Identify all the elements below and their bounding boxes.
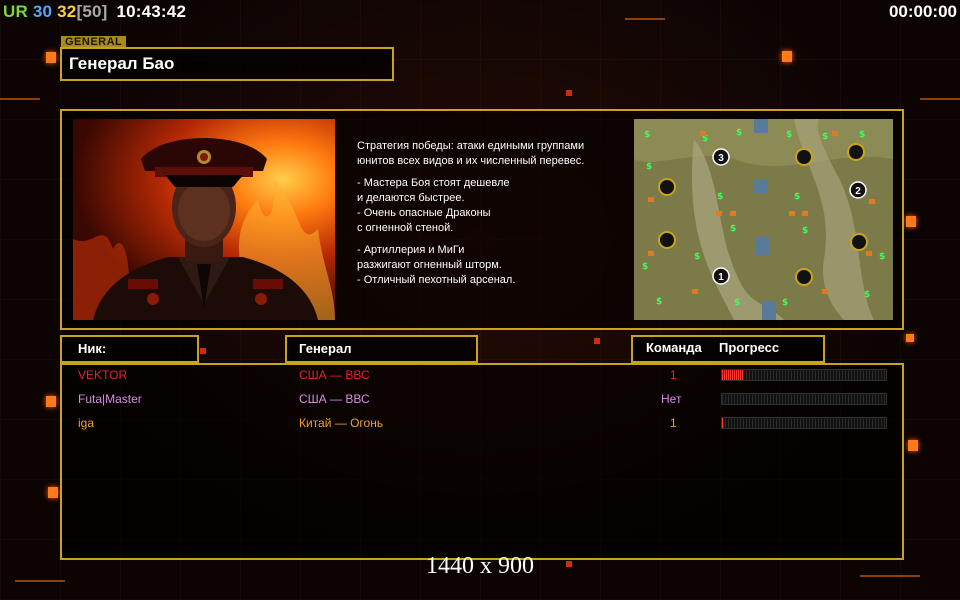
- player-nick: VEKTOR: [78, 368, 128, 382]
- deco-square: [46, 52, 56, 63]
- description-line: разжигают огненный шторм.: [357, 259, 502, 271]
- map-start-3: 3: [718, 153, 724, 164]
- player-progress-bar: [721, 369, 887, 381]
- player-general: Китай — Огонь: [299, 416, 384, 430]
- description-line: - Мастера Боя стоят дешевле: [357, 177, 510, 189]
- deco-square: [200, 348, 206, 354]
- hud-clock: 10:43:42: [116, 2, 187, 21]
- deco-square: [908, 440, 918, 451]
- resolution-label: 1440 x 900: [426, 553, 534, 579]
- deco-line: [15, 580, 65, 582]
- svg-text:$: $: [864, 290, 870, 300]
- player-general: США — ВВС: [299, 368, 370, 382]
- map-preview[interactable]: 1 2 3 $ $ $ $ $ $ $ $ $ $ $ $ $ $ $ $ $ $: [634, 119, 893, 320]
- hud-value-3: [50]: [76, 2, 108, 21]
- deco-line: [920, 98, 960, 100]
- general-name: Генерал Бао: [69, 54, 175, 73]
- progress-column-header[interactable]: Прогресс: [719, 340, 779, 355]
- nick-header-label: Ник:: [78, 341, 107, 356]
- general-portrait-image: [73, 138, 335, 320]
- deco-square: [906, 334, 914, 342]
- player-general: США — ВВС: [299, 392, 370, 406]
- map-start-2: 2: [855, 186, 861, 197]
- player-nick: Futa|Master: [78, 392, 142, 406]
- deco-line: [0, 98, 40, 100]
- player-progress-fill: [722, 418, 724, 428]
- svg-text:$: $: [802, 226, 808, 236]
- svg-text:$: $: [644, 130, 650, 140]
- svg-text:$: $: [794, 192, 800, 202]
- description-line: и делаются быстрее.: [357, 192, 465, 204]
- description-line: юнитов всех видов и их численный перевес…: [357, 155, 585, 167]
- deco-square: [48, 487, 58, 498]
- player-progress-bar: [721, 393, 887, 405]
- description-line: - Артиллерия и МиГи: [357, 244, 465, 256]
- map-start-1: 1: [718, 272, 724, 283]
- svg-text:$: $: [646, 162, 652, 172]
- general-info-panel: Стратегия победы: атаки едиными группами…: [60, 109, 904, 330]
- svg-text:$: $: [859, 130, 865, 140]
- svg-text:$: $: [656, 297, 662, 307]
- general-column-header[interactable]: Генерал: [285, 335, 478, 363]
- minimap-image: 1 2 3 $ $$ $ $ $ $$ $ $ $$ $ $$ $ $$: [634, 119, 893, 320]
- player-team: Нет: [661, 392, 682, 406]
- team-column-header[interactable]: Команда: [646, 340, 702, 355]
- deco-square: [906, 216, 916, 227]
- svg-text:$: $: [694, 252, 700, 262]
- hud-value-1: 30: [32, 2, 53, 21]
- players-list: VEKTOR США — ВВС 1 Futa|Master США — ВВС…: [60, 363, 904, 560]
- deco-square: [594, 338, 600, 344]
- deco-square: [566, 90, 572, 96]
- general-name-box: Генерал Бао: [60, 47, 394, 81]
- svg-text:$: $: [736, 128, 742, 138]
- hud-stats: UR 30 32[50] 10:43:42: [3, 2, 186, 22]
- svg-text:$: $: [782, 298, 788, 308]
- description-line: - Очень опасные Драконы: [357, 207, 491, 219]
- hud-value-2: 32: [57, 2, 77, 21]
- player-team: 1: [670, 368, 677, 382]
- svg-text:$: $: [642, 262, 648, 272]
- svg-text:$: $: [730, 224, 736, 234]
- player-progress-bar: [721, 417, 887, 429]
- player-row[interactable]: VEKTOR США — ВВС 1: [62, 365, 902, 385]
- player-row[interactable]: Futa|Master США — ВВС Нет: [62, 389, 902, 409]
- svg-text:$: $: [879, 252, 885, 262]
- general-portrait: [73, 119, 335, 320]
- player-progress-fill: [722, 370, 744, 380]
- svg-text:$: $: [717, 192, 723, 202]
- nick-column-header[interactable]: Ник:: [60, 335, 199, 363]
- description-line: с огненной стеной.: [357, 222, 454, 234]
- player-nick: iga: [78, 416, 95, 430]
- deco-square: [46, 396, 56, 407]
- deco-square: [782, 51, 792, 62]
- description-line: Стратегия победы: атаки едиными группами: [357, 140, 585, 152]
- general-header-label: Генерал: [299, 341, 352, 356]
- deco-line: [625, 18, 665, 20]
- svg-text:$: $: [786, 130, 792, 140]
- hud-ur-label: UR: [3, 2, 28, 21]
- player-team: 1: [670, 416, 677, 430]
- svg-text:$: $: [734, 298, 740, 308]
- player-row[interactable]: iga Китай — Огонь 1: [62, 413, 902, 433]
- hud-timer: 00:00:00: [888, 2, 957, 21]
- description-line: - Отличный пехотный арсенал.: [357, 274, 516, 286]
- general-description: Стратегия победы: атаки едиными группами…: [357, 139, 627, 288]
- svg-text:$: $: [822, 132, 828, 142]
